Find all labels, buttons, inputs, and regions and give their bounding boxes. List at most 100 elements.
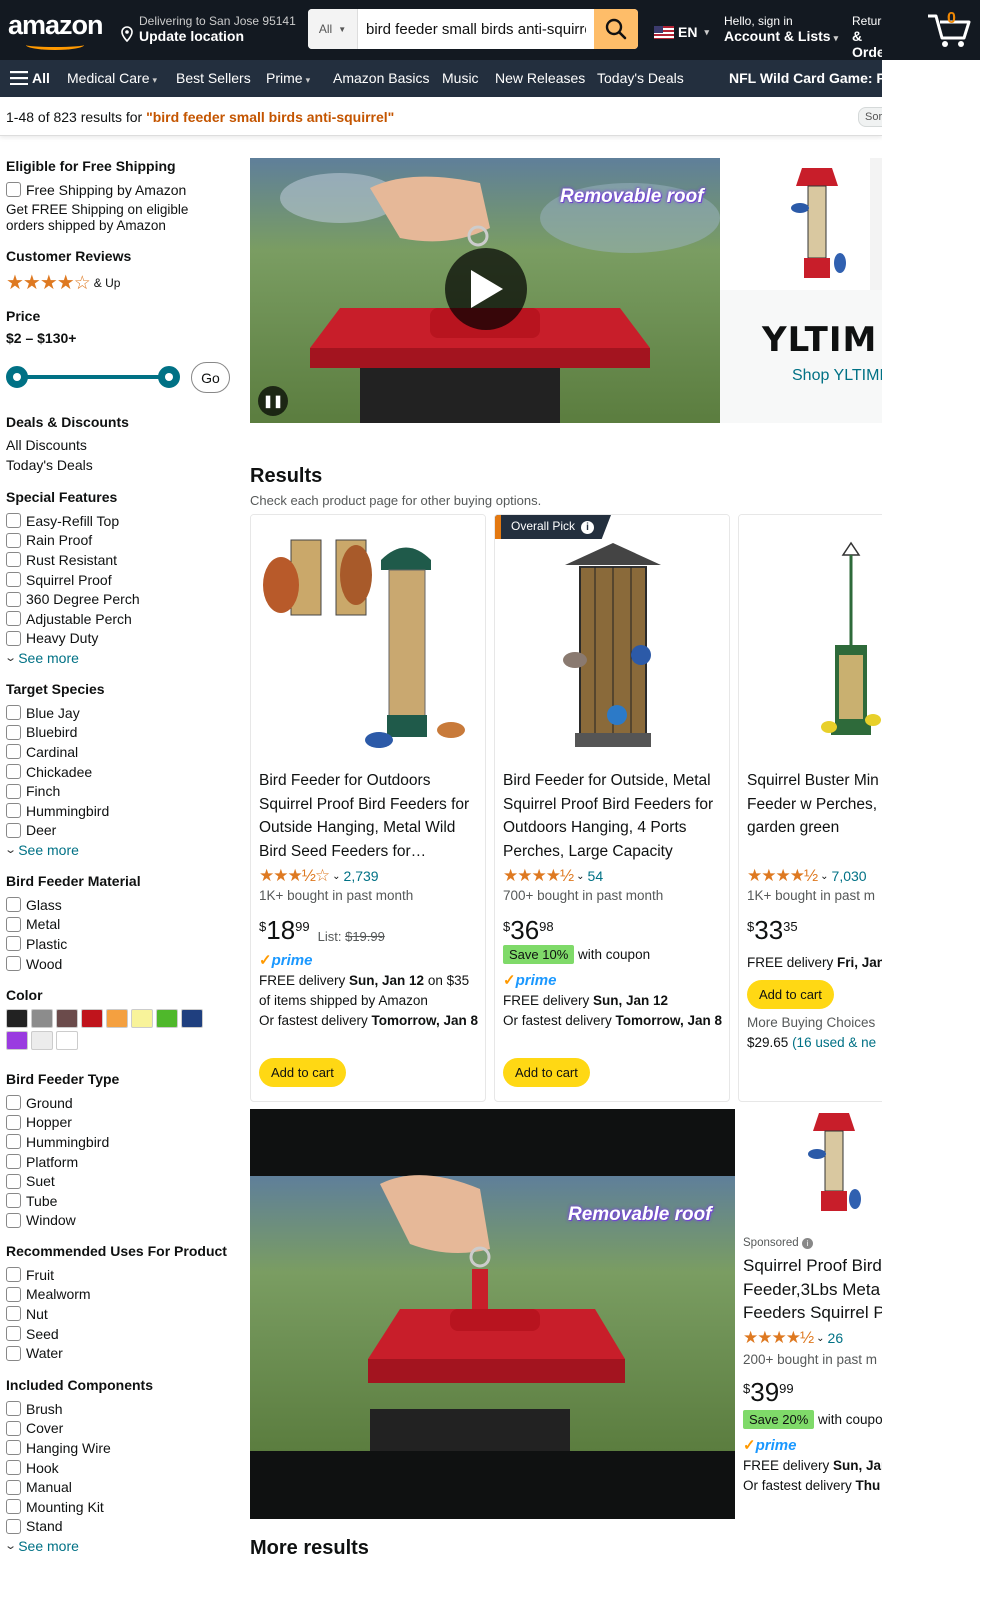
search-input[interactable] bbox=[358, 9, 594, 49]
checkbox[interactable] bbox=[6, 705, 21, 721]
review-count[interactable]: 2,739 bbox=[344, 868, 379, 884]
filter-checkbox-row[interactable]: Window bbox=[6, 1211, 236, 1231]
filter-checkbox-row[interactable]: Adjustable Perch bbox=[6, 609, 236, 629]
shop-brand-link[interactable]: Shop YLTIME bbox=[792, 367, 882, 385]
filter-checkbox-row[interactable]: Mealworm bbox=[6, 1285, 236, 1305]
filter-checkbox-row[interactable]: Stand bbox=[6, 1517, 236, 1537]
filter-checkbox-row[interactable]: Nut bbox=[6, 1304, 236, 1324]
product-title-link[interactable]: Bird Feeder for Outside, Metal Squirrel … bbox=[503, 769, 725, 863]
deal-link-todays-deals[interactable]: Today's Deals bbox=[6, 456, 236, 476]
color-swatch[interactable] bbox=[31, 1009, 53, 1028]
delivery-location[interactable]: Delivering to San Jose 95141 Update loca… bbox=[120, 12, 300, 48]
checkbox[interactable] bbox=[6, 764, 21, 780]
see-more-link[interactable]: ⌄ See more bbox=[4, 648, 236, 667]
checkbox[interactable] bbox=[6, 1460, 21, 1476]
color-swatch[interactable] bbox=[156, 1009, 178, 1028]
coupon-row[interactable]: Save 10% with coupon bbox=[503, 945, 650, 964]
review-count[interactable]: 7,030 bbox=[832, 868, 867, 884]
price-slider[interactable] bbox=[6, 366, 186, 388]
color-swatch[interactable] bbox=[181, 1009, 203, 1028]
filter-checkbox-row[interactable]: Finch bbox=[6, 781, 236, 801]
checkbox[interactable] bbox=[6, 611, 21, 627]
filter-checkbox-row[interactable]: Blue Jay bbox=[6, 703, 236, 723]
checkbox[interactable] bbox=[6, 1114, 21, 1130]
subnav-item-medical-care[interactable]: Medical Care ▾ bbox=[67, 70, 157, 86]
filter-checkbox-row[interactable]: Seed bbox=[6, 1324, 236, 1344]
checkbox[interactable] bbox=[6, 1286, 21, 1302]
subnav-item-prime[interactable]: Prime ▾ bbox=[266, 70, 310, 86]
filter-checkbox-row[interactable]: Metal bbox=[6, 915, 236, 935]
product-price[interactable]: $18 99 List: $19.99 bbox=[259, 915, 385, 946]
product-title-link[interactable]: Squirrel Proof Bird Feeder,3Lbs Meta Fee… bbox=[743, 1254, 882, 1325]
checkbox[interactable] bbox=[6, 1499, 21, 1515]
filter-checkbox-row[interactable]: Tube bbox=[6, 1191, 236, 1211]
checkbox[interactable] bbox=[6, 744, 21, 760]
filter-checkbox-row[interactable]: Brush bbox=[6, 1399, 236, 1419]
checkbox[interactable] bbox=[6, 897, 21, 913]
search-button[interactable] bbox=[594, 9, 638, 49]
color-swatch[interactable] bbox=[131, 1009, 153, 1028]
filter-checkbox-row[interactable]: Fruit bbox=[6, 1265, 236, 1285]
review-count[interactable]: 54 bbox=[588, 868, 604, 884]
all-menu-button[interactable]: All bbox=[10, 70, 50, 88]
checkbox[interactable] bbox=[6, 1345, 21, 1361]
subnav-item-best-sellers[interactable]: Best Sellers bbox=[176, 70, 251, 86]
checkbox[interactable] bbox=[6, 572, 21, 588]
filter-checkbox-row[interactable]: Deer bbox=[6, 821, 236, 841]
price-go-button[interactable]: Go bbox=[191, 362, 230, 393]
checkbox[interactable] bbox=[6, 1326, 21, 1342]
coupon-row[interactable]: Save 20% with coupo bbox=[743, 1410, 882, 1429]
checkbox[interactable] bbox=[6, 630, 21, 646]
product-image[interactable] bbox=[739, 515, 882, 760]
language-selector[interactable]: EN ▾ bbox=[654, 24, 709, 40]
filter-checkbox-row[interactable]: Cardinal bbox=[6, 742, 236, 762]
product-price[interactable]: $36 98 bbox=[503, 915, 554, 946]
checkbox[interactable] bbox=[6, 783, 21, 799]
filter-checkbox-row[interactable]: Wood bbox=[6, 954, 236, 974]
filter-checkbox-row[interactable]: Hummingbird bbox=[6, 801, 236, 821]
checkbox[interactable] bbox=[6, 1518, 21, 1534]
account-menu[interactable]: Hello, sign in Account & Lists ▾ bbox=[724, 14, 838, 44]
amazon-logo[interactable]: amazon bbox=[8, 10, 108, 52]
add-to-cart-button[interactable]: Add to cart bbox=[747, 980, 834, 1009]
filter-checkbox-row[interactable]: Water bbox=[6, 1343, 236, 1363]
filter-checkbox-row[interactable]: Cover bbox=[6, 1419, 236, 1439]
filter-checkbox-row[interactable]: Rain Proof bbox=[6, 531, 236, 551]
slider-min-handle[interactable] bbox=[6, 366, 28, 388]
filter-checkbox-row[interactable]: Rust Resistant bbox=[6, 550, 236, 570]
filter-checkbox-row[interactable]: 360 Degree Perch bbox=[6, 589, 236, 609]
checkbox[interactable] bbox=[6, 724, 21, 740]
filter-checkbox-row[interactable]: Ground bbox=[6, 1093, 236, 1113]
deal-link-all-discounts[interactable]: All Discounts bbox=[6, 436, 236, 456]
subnav-item-todays-deals[interactable]: Today's Deals bbox=[597, 70, 684, 86]
returns-orders[interactable]: Returns & Orders bbox=[852, 14, 882, 60]
checkbox[interactable] bbox=[6, 916, 21, 932]
color-swatch[interactable] bbox=[81, 1009, 103, 1028]
filter-checkbox-row[interactable]: Heavy Duty bbox=[6, 629, 236, 649]
checkbox[interactable] bbox=[6, 936, 21, 952]
checkbox[interactable] bbox=[6, 822, 21, 838]
checkbox[interactable] bbox=[6, 1440, 21, 1456]
product-title-link[interactable]: Squirrel Buster Min proof Bird Feeder w … bbox=[747, 769, 882, 840]
color-swatch[interactable] bbox=[106, 1009, 128, 1028]
checkbox[interactable] bbox=[6, 1420, 21, 1436]
sponsored-product-card[interactable]: Sponsored i Squirrel Proof Bird Feeder,3… bbox=[737, 1109, 882, 1519]
search-category-dropdown[interactable]: All ▼ bbox=[308, 9, 358, 49]
checkbox[interactable] bbox=[6, 956, 21, 972]
filter-checkbox-row[interactable]: Easy-Refill Top bbox=[6, 511, 236, 531]
product-rating[interactable]: ★★★★½ ⌄ 7,030 bbox=[747, 866, 867, 886]
checkbox[interactable] bbox=[6, 532, 21, 548]
checkbox[interactable] bbox=[6, 1154, 21, 1170]
sort-dropdown[interactable]: Sor bbox=[858, 107, 882, 127]
checkbox[interactable] bbox=[6, 1134, 21, 1150]
product-title-link[interactable]: Bird Feeder for Outdoors Squirrel Proof … bbox=[259, 769, 481, 863]
pause-button[interactable]: ❚❚ bbox=[258, 386, 288, 416]
color-swatch[interactable] bbox=[31, 1031, 53, 1050]
subnav-item-new-releases[interactable]: New Releases bbox=[495, 70, 585, 86]
see-more-link[interactable]: ⌄ See more bbox=[4, 1536, 236, 1555]
checkbox-free-shipping[interactable]: Free Shipping by Amazon bbox=[6, 180, 236, 200]
filter-checkbox-row[interactable]: Squirrel Proof bbox=[6, 570, 236, 590]
color-swatch[interactable] bbox=[56, 1031, 78, 1050]
product-rating[interactable]: ★★★★½ ⌄ 54 bbox=[503, 866, 603, 886]
sponsored-video-2[interactable]: Removable roof bbox=[250, 1109, 735, 1519]
